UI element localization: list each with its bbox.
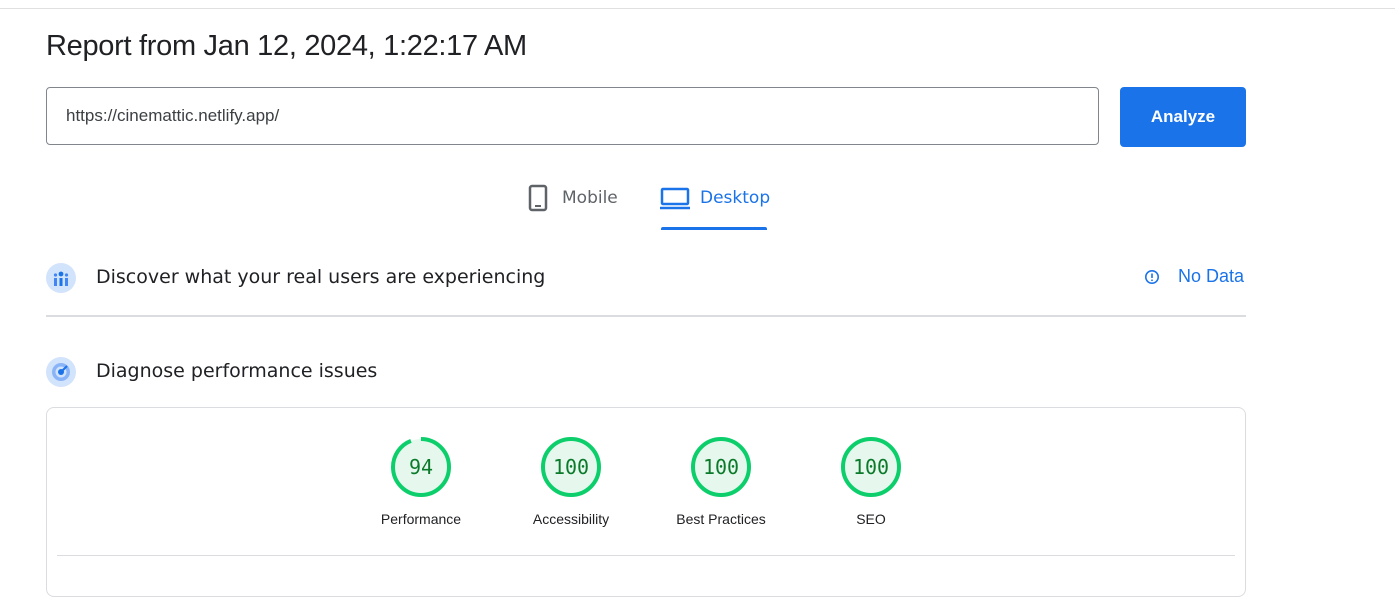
seo-label: SEO <box>856 511 886 527</box>
tab-desktop-label: Desktop <box>700 188 771 208</box>
performance-score: 94 <box>408 455 434 479</box>
no-data-link[interactable]: No Data <box>1144 266 1244 287</box>
accessibility-score: 100 <box>552 455 590 479</box>
performance-label: Performance <box>380 511 462 527</box>
gauge-best-practices[interactable]: 100 Best Practices <box>661 436 781 527</box>
tab-indicator <box>661 227 767 230</box>
scores-card <box>46 407 1246 597</box>
no-data-label: No Data <box>1178 266 1245 286</box>
laptop-icon <box>660 184 690 212</box>
section-divider <box>46 315 1246 317</box>
page-title: Report from Jan 12, 2024, 1:22:17 AM <box>46 30 527 62</box>
card-divider <box>57 555 1235 556</box>
url-input[interactable] <box>66 88 1086 144</box>
header-divider <box>0 8 1395 9</box>
users-chart-icon <box>46 263 76 293</box>
gauge-performance[interactable]: 94 Performance <box>361 436 481 527</box>
lab-data-title: Diagnose performance issues <box>96 360 378 382</box>
field-data-title: Discover what your real users are experi… <box>96 266 546 288</box>
tab-mobile-label: Mobile <box>562 188 618 208</box>
gauge-seo[interactable]: 100 SEO <box>811 436 931 527</box>
tab-mobile[interactable]: Mobile <box>528 184 618 230</box>
info-icon <box>1144 269 1160 285</box>
speedometer-icon <box>46 357 76 387</box>
accessibility-label: Accessibility <box>532 511 610 527</box>
phone-icon <box>528 184 548 212</box>
best-practices-label: Best Practices <box>676 511 766 527</box>
analyze-button[interactable]: Analyze <box>1120 87 1246 147</box>
tab-desktop[interactable]: Desktop <box>660 184 770 230</box>
seo-score: 100 <box>852 455 890 479</box>
url-field[interactable] <box>46 87 1099 145</box>
gauge-accessibility[interactable]: 100 Accessibility <box>511 436 631 527</box>
best-practices-score: 100 <box>702 455 740 479</box>
